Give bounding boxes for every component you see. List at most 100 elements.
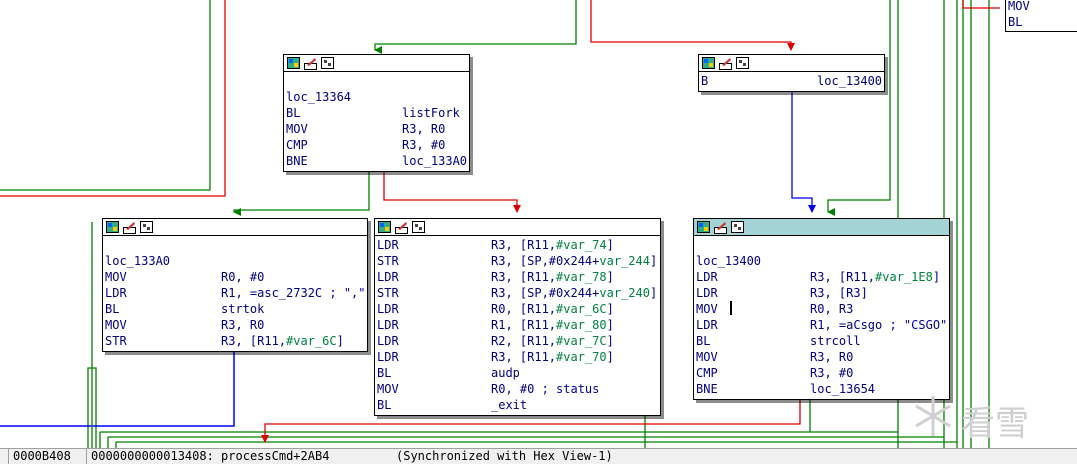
rename-icon[interactable] [714, 221, 728, 234]
instruction-mnemonic: STR [377, 254, 399, 268]
instruction-mnemonic: LDR [377, 302, 399, 316]
color-palette-icon[interactable] [697, 220, 711, 234]
instruction-operands: R3, #0 [402, 138, 446, 152]
instruction-operands: R0, #0 ; status [491, 382, 600, 396]
instruction-line[interactable]: MOV R3, R0 [696, 349, 947, 365]
rename-icon[interactable] [123, 221, 137, 234]
instruction-line[interactable]: LDR R1, =asc_2732C ; "," [105, 285, 366, 301]
instruction-mnemonic: LDR [377, 318, 399, 332]
instruction-line[interactable]: BNE loc_13654 [696, 381, 947, 397]
block-partial-top-right[interactable]: MOV BL [1005, 0, 1077, 32]
instruction-line[interactable]: Bloc_13400 [701, 73, 882, 89]
color-palette-icon[interactable] [106, 220, 120, 234]
instruction-line[interactable]: STR R3, [SP,#0x244+var_240] [377, 285, 658, 301]
instruction-line[interactable]: MOV [1008, 0, 1077, 14]
edge-red-left-outer [0, 0, 226, 197]
block-exit[interactable]: LDR R3, [R11,#var_74] STR R3, [SP,#0x244+va… [374, 218, 661, 416]
block-branch-loc-13400[interactable]: Bloc_13400 [698, 54, 885, 92]
instruction-operands: R2, [R11,#var_7C] [491, 334, 614, 348]
instruction-mnemonic: MOV [696, 350, 718, 364]
instruction-operands: R0, [R11,#var_6C] [491, 302, 614, 316]
instruction-mnemonic: BL [105, 302, 120, 316]
block-loc-133A0[interactable]: loc_133A0 MOV R0, #0 LDR R1, =asc_2732C ; ",… [102, 218, 368, 352]
block-label[interactable]: loc_13364 [286, 89, 351, 105]
instruction-operands: loc_13654 [810, 382, 876, 396]
instruction-line[interactable]: CMP R3, #0 [286, 137, 467, 153]
instruction-line[interactable]: MOV R3, R0 [105, 317, 365, 333]
block-header [103, 219, 367, 236]
instruction-line[interactable]: LDR R1, =aCsgo ; "CSGO" [696, 317, 947, 333]
block-loc-13364[interactable]: loc_13364 BL listFork MOV R3, R0 CMP R3, #0 BNE… [283, 54, 470, 172]
color-palette-icon[interactable] [287, 56, 301, 70]
instruction-mnemonic: BL [377, 366, 392, 380]
group-nodes-icon[interactable] [140, 220, 154, 234]
instruction-mnemonic: STR [105, 334, 127, 348]
instruction-line[interactable]: LDR R2, [R11,#var_7C] [377, 333, 658, 349]
group-nodes-icon[interactable] [736, 56, 750, 70]
edge-loop-to-loc-13400 [827, 0, 891, 216]
block-body: loc_13364 BL listFork MOV R3, R0 CMP R3, #0 BNE… [284, 72, 469, 169]
group-nodes-icon[interactable] [731, 220, 745, 234]
instruction-line[interactable]: BNE loc_133A0 [286, 153, 467, 169]
instruction-mnemonic: MOV [1008, 0, 1030, 13]
color-palette-icon[interactable] [378, 220, 392, 234]
group-nodes-icon[interactable] [321, 56, 335, 70]
block-header [284, 55, 469, 72]
instruction-operands: audp [491, 366, 520, 380]
kanxue-watermark: 看雪 [913, 392, 1063, 444]
group-nodes-icon[interactable] [412, 220, 426, 234]
instruction-operands: strtok [221, 302, 265, 316]
instruction-line[interactable]: BL audp [377, 365, 658, 381]
instruction-operands: R3, [SP,#0x244+var_240] [491, 286, 658, 300]
block-body: loc_133A0 MOV R0, #0 LDR R1, =asc_2732C ; ",… [103, 236, 367, 349]
edge-jump-to-loc-13400 [791, 90, 816, 213]
edge-false-to-branch [590, 0, 795, 51]
graph-view[interactable]: loc_13364 BL listFork MOV R3, R0 CMP R3, #0 BNE… [0, 0, 1077, 463]
instruction-line[interactable]: LDR R3, [R11,#var_1E8] [696, 269, 947, 285]
block-body: Bloc_13400 [699, 72, 884, 89]
instruction-line[interactable]: MOV R3, R0 [286, 121, 467, 137]
rename-icon[interactable] [719, 57, 733, 70]
instruction-mnemonic: LDR [377, 270, 399, 284]
instruction-mnemonic: LDR [377, 334, 399, 348]
instruction-operands: strcoll [810, 334, 861, 348]
block-body: MOV BL [1006, 0, 1077, 30]
block-label[interactable]: loc_133A0 [105, 253, 170, 269]
instruction-mnemonic: B [701, 74, 709, 88]
color-palette-icon[interactable] [702, 56, 716, 70]
instruction-mnemonic: LDR [696, 286, 718, 300]
status-sync: (Synchronized with Hex View-1) [396, 449, 613, 463]
instruction-mnemonic: BL [377, 398, 392, 412]
instruction-mnemonic: CMP [696, 366, 718, 380]
instruction-line[interactable]: LDR R3, [R11,#var_70] [377, 349, 658, 365]
instruction-line[interactable]: CMP R3, #0 [696, 365, 947, 381]
instruction-mnemonic: BL [286, 106, 301, 120]
instruction-operands: R3, [R3] [810, 286, 868, 300]
instruction-mnemonic: MOV [286, 122, 308, 136]
instruction-line[interactable]: MOV R0, #0 ; status [377, 381, 658, 397]
instruction-line[interactable]: LDR R3, [R11,#var_74] [377, 237, 658, 253]
instruction-line[interactable]: BL listFork [286, 105, 467, 121]
instruction-line[interactable]: STR R3, [SP,#0x244+var_244] [377, 253, 658, 269]
instruction-operands: R1, [R11,#var_80] [491, 318, 614, 332]
instruction-line[interactable]: MOV R0, R3 [696, 301, 947, 317]
instruction-line[interactable]: LDR R3, [R11,#var_78] [377, 269, 658, 285]
instruction-mnemonic: CMP [286, 138, 308, 152]
instruction-line[interactable]: MOV R0, #0 [105, 269, 365, 285]
instruction-operands: R3, [R11,#var_1E8] [810, 270, 941, 284]
instruction-line[interactable]: BL strtok [105, 301, 365, 317]
instruction-line[interactable]: LDR R0, [R11,#var_6C] [377, 301, 658, 317]
instruction-line[interactable]: BL [1008, 14, 1077, 30]
rename-icon[interactable] [395, 221, 409, 234]
instruction-line[interactable]: BL _exit [377, 397, 658, 413]
instruction-line[interactable]: STR R3, [R11,#var_6C] [105, 333, 365, 349]
watermark-text: 看雪 [961, 404, 1029, 444]
instruction-line[interactable]: BL strcoll [696, 333, 947, 349]
instruction-mnemonic: BL [1008, 15, 1023, 29]
instruction-line[interactable]: LDR R1, [R11,#var_80] [377, 317, 658, 333]
rename-icon[interactable] [304, 57, 318, 70]
instruction-mnemonic: LDR [696, 318, 718, 332]
instruction-line[interactable]: LDR R3, [R3] [696, 285, 947, 301]
instruction-operands: R1, =aCsgo ; "CSGO" [810, 318, 948, 332]
block-label[interactable]: loc_13400 [696, 253, 761, 269]
